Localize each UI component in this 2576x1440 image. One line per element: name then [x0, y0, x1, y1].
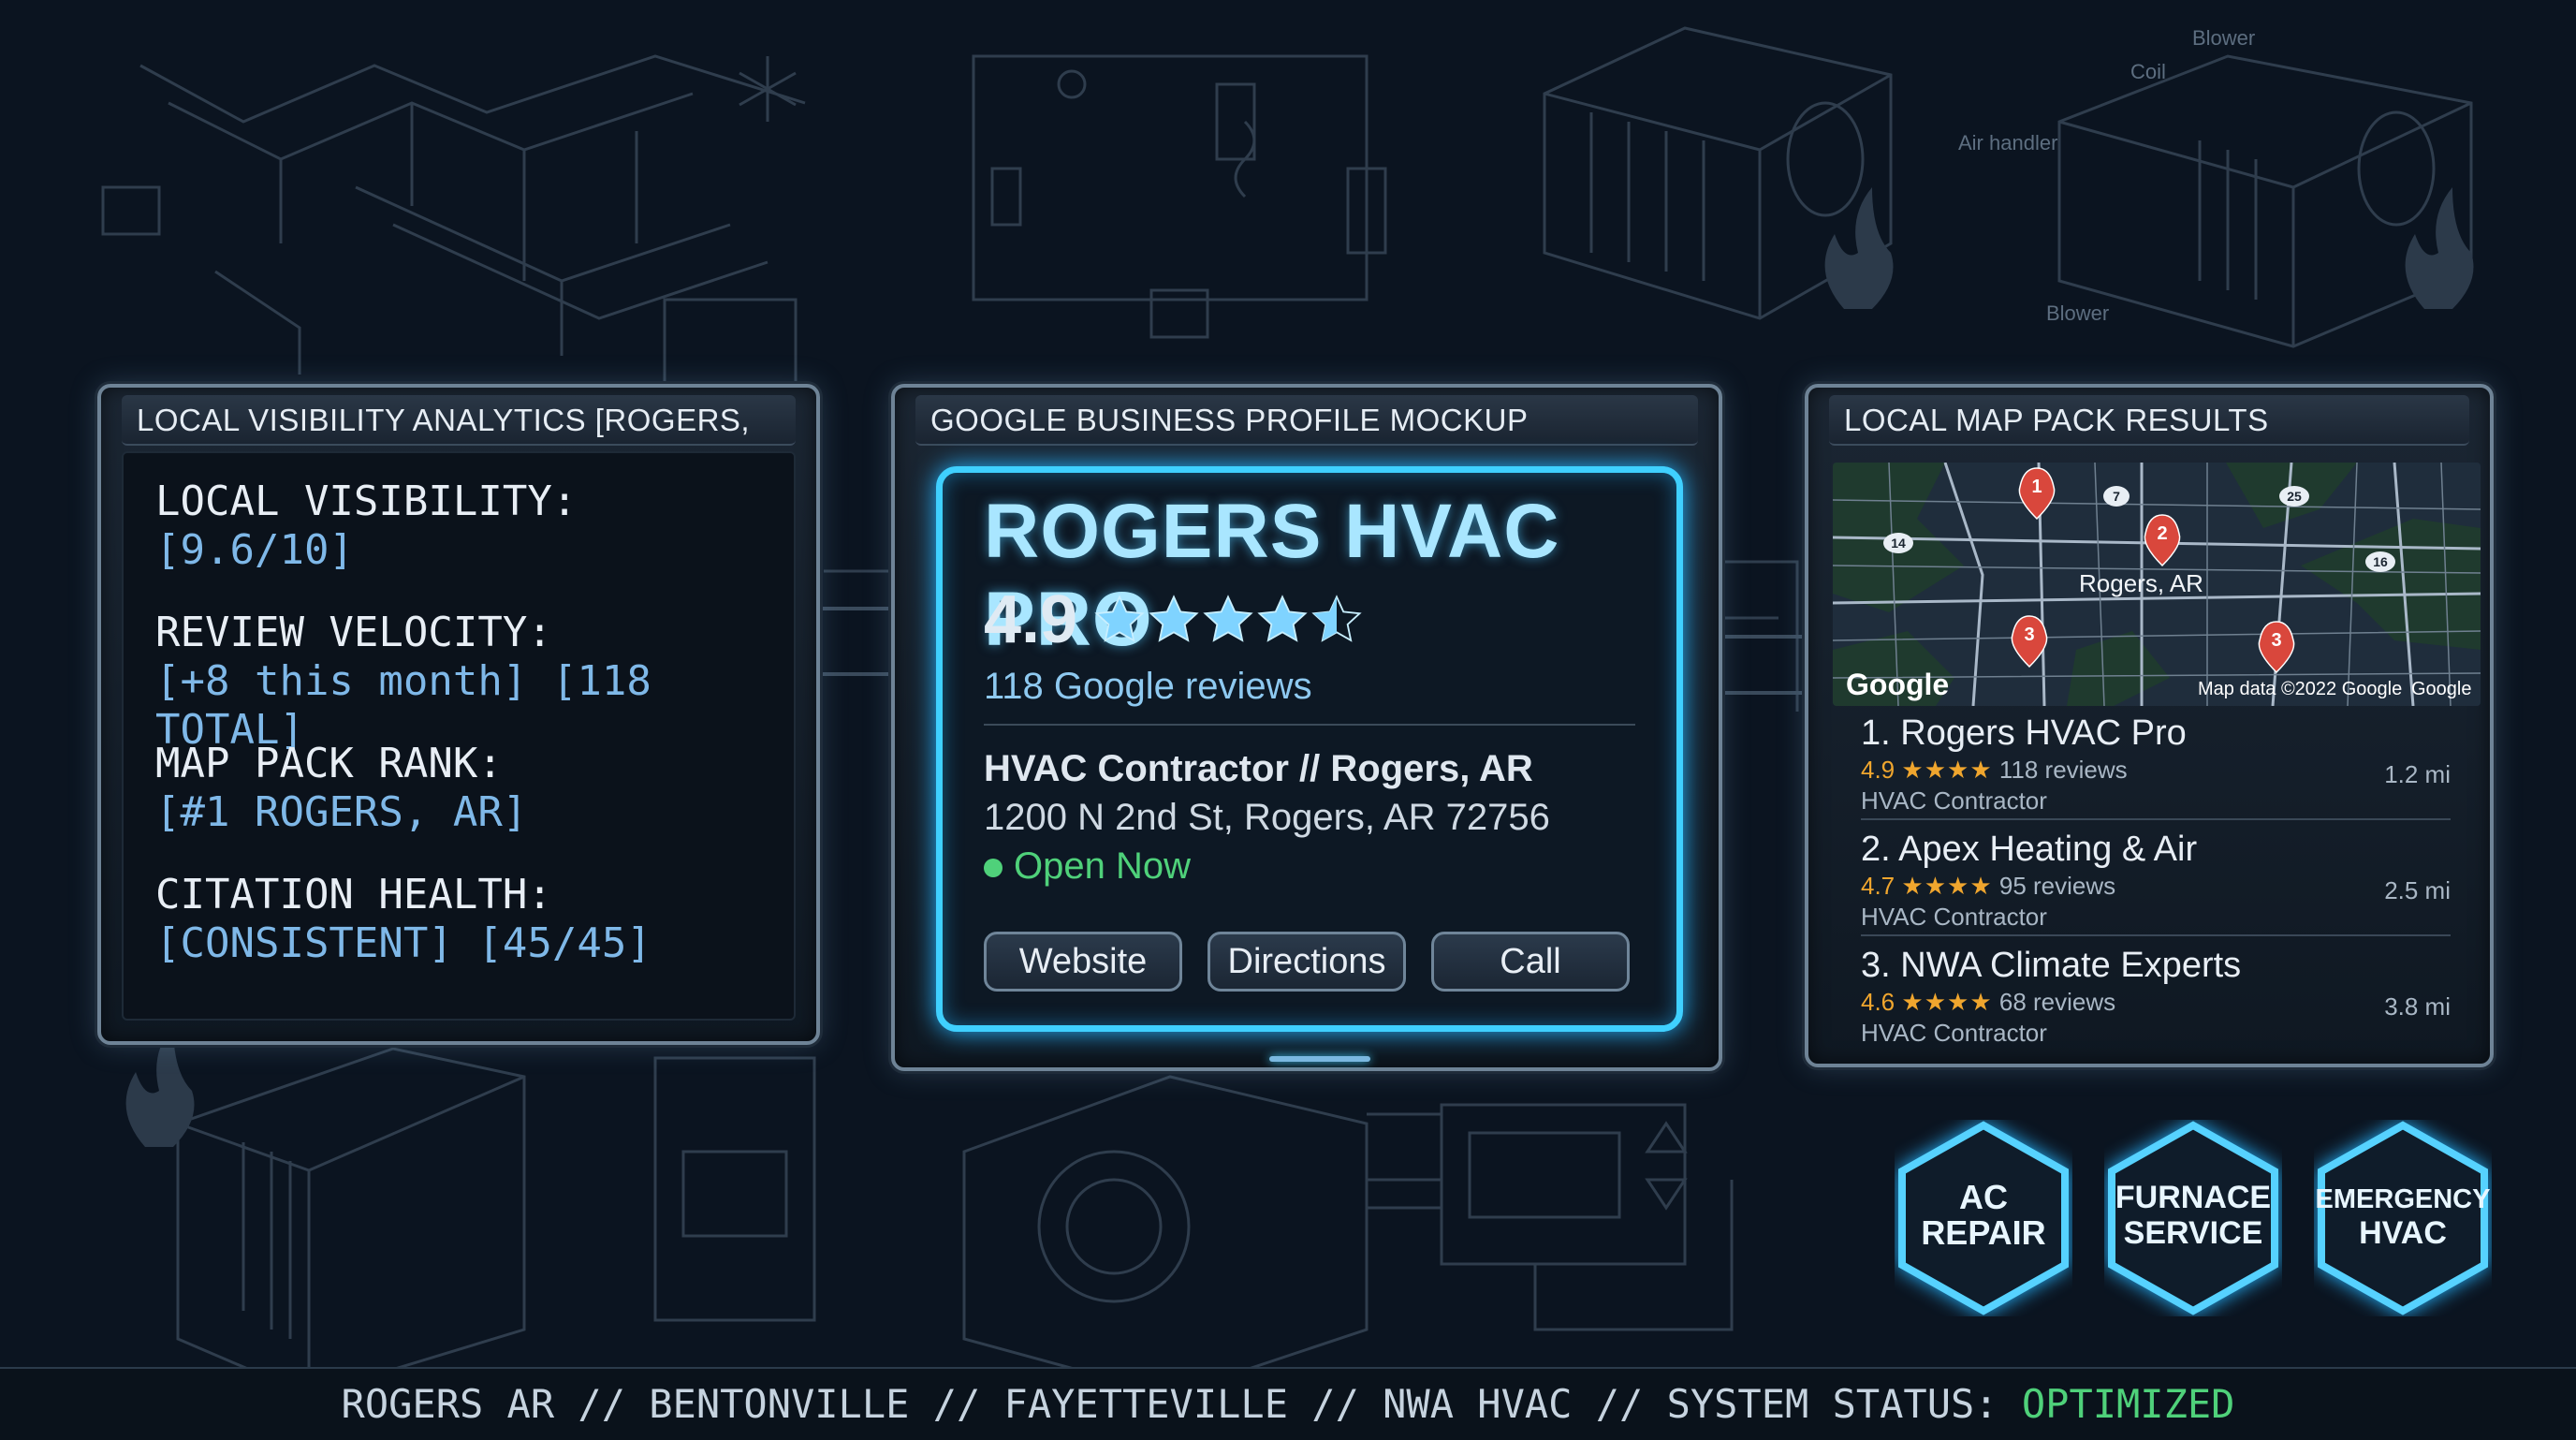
metric-local-visibility: LOCAL VISIBILITY: [9.6/10] [155, 478, 577, 575]
business-profile-card: ROGERS HVAC PRO 4.9 118 Google reviews H… [936, 466, 1683, 1032]
result-rating: 4.9 [1861, 756, 1895, 784]
bg-label-air-handler: Air handler [1958, 131, 2057, 154]
result-name: NWA Climate Experts [1900, 946, 2242, 985]
result-reviews: 118 reviews [1998, 756, 2128, 784]
result-stars-icon: ★★★★ [1901, 756, 1993, 784]
result-rating: 4.7 [1861, 872, 1895, 900]
hex-label-line2: SERVICE [2123, 1215, 2263, 1251]
hex-label-line2: HVAC [2359, 1215, 2447, 1251]
result-reviews: 68 reviews [1998, 988, 2116, 1016]
map-attribution-link[interactable]: Google [2411, 679, 2472, 699]
svg-text:1: 1 [2031, 477, 2042, 497]
google-logo: Google [1846, 668, 1949, 701]
route-shield: 7 [2113, 489, 2120, 504]
analytics-panel: LOCAL VISIBILITY ANALYTICS [ROGERS, AR] … [97, 384, 820, 1045]
result-name: Rogers HVAC Pro [1900, 713, 2187, 753]
metric-value: [CONSISTENT] [45/45] [155, 919, 651, 967]
map-result-1[interactable]: 1. Rogers HVAC Pro 4.9 ★★★★ 118 reviews … [1861, 713, 2451, 816]
rating-row: 4.9 [984, 581, 1365, 657]
map-result-3[interactable]: 3. NWA Climate Experts 4.6 ★★★★ 68 revie… [1861, 946, 2451, 1048]
map-graphic: 14 7 25 16 Rogers, AR 1 2 3 3 Google Map… [1833, 463, 2481, 706]
result-title: 3. NWA Climate Experts [1861, 946, 2451, 986]
result-category: HVAC Contractor [1861, 1019, 2047, 1047]
metric-citation-health: CITATION HEALTH: [CONSISTENT] [45/45] [155, 871, 651, 968]
result-rating-line: 4.6 ★★★★ 68 reviews [1861, 988, 2451, 1017]
metric-label: MAP PACK RANK: [155, 740, 503, 787]
map-attribution: Map data ©2022 Google [2198, 679, 2402, 699]
metric-label: CITATION HEALTH: [155, 871, 552, 918]
result-rating-line: 4.7 ★★★★ 95 reviews [1861, 872, 2451, 901]
metric-value: [9.6/10] [155, 526, 354, 574]
svg-text:3: 3 [2024, 624, 2034, 645]
metric-value: [#1 ROGERS, AR] [155, 788, 528, 836]
analytics-panel-header: LOCAL VISIBILITY ANALYTICS [ROGERS, AR] [122, 395, 796, 488]
result-divider [1861, 818, 2451, 820]
status-footer: ROGERS AR // BENTONVILLE // FAYETTEVILLE… [0, 1367, 2576, 1440]
system-status-value: OPTIMIZED [2021, 1381, 2235, 1427]
result-distance: 2.5 mi [2384, 876, 2451, 904]
gbp-panel-header: GOOGLE BUSINESS PROFILE MOCKUP [915, 395, 1698, 446]
star-rating [1094, 595, 1361, 642]
map-result-2[interactable]: 2. Apex Heating & Air 4.7 ★★★★ 95 review… [1861, 830, 2451, 932]
route-shield: 25 [2287, 489, 2302, 504]
result-rating-line: 4.9 ★★★★ 118 reviews [1861, 756, 2451, 785]
bg-label-blower: Blower [2192, 26, 2255, 50]
metric-review-velocity: REVIEW VELOCITY: [+8 this month] [118 TO… [155, 609, 816, 755]
rating-value: 4.9 [984, 582, 1078, 657]
map-pack-panel: LOCAL MAP PACK RESULTS 14 7 25 16 Rogers… [1805, 384, 2494, 1067]
metric-map-pack-rank: MAP PACK RANK: [#1 ROGERS, AR] [155, 740, 527, 837]
result-category: HVAC Contractor [1861, 786, 2047, 815]
hex-label-line1: AC [1959, 1178, 2008, 1216]
map-city-label: Rogers, AR [2079, 569, 2203, 597]
map-pack-panel-header: LOCAL MAP PACK RESULTS [1829, 395, 2469, 446]
result-rank: 3. [1861, 946, 1891, 985]
route-shield: 14 [1891, 536, 1906, 551]
result-rating: 4.6 [1861, 988, 1895, 1016]
star-icon [1149, 595, 1198, 642]
website-button[interactable]: Website [984, 932, 1182, 992]
result-category: HVAC Contractor [1861, 903, 2047, 931]
bg-label-blower-bottom: Blower [2046, 301, 2109, 325]
result-divider [1861, 934, 2451, 936]
route-shield: 16 [2373, 554, 2388, 569]
open-status: Open Now [984, 845, 1191, 888]
business-category: HVAC Contractor // Rogers, AR [984, 748, 1533, 789]
furnace-service-button[interactable]: FURNACE SERVICE [2104, 1120, 2282, 1316]
gbp-panel: GOOGLE BUSINESS PROFILE MOCKUP ROGERS HV… [891, 384, 1722, 1071]
emergency-hvac-button[interactable]: EMERGENCY HVAC [2314, 1120, 2492, 1316]
footer-locations: ROGERS AR // BENTONVILLE // FAYETTEVILLE… [341, 1381, 2022, 1427]
result-rank: 1. [1861, 713, 1891, 753]
ac-repair-button[interactable]: AC REPAIR [1895, 1120, 2072, 1316]
svg-text:2: 2 [2157, 523, 2167, 544]
bg-label-coil: Coil [2130, 60, 2166, 83]
result-reviews: 95 reviews [1998, 872, 2116, 900]
result-stars-icon: ★★★★ [1901, 872, 1993, 900]
map-view[interactable]: 14 7 25 16 Rogers, AR 1 2 3 3 Google Map… [1833, 463, 2481, 706]
result-distance: 1.2 mi [2384, 760, 2451, 788]
panel-indicator [1269, 1056, 1370, 1062]
svg-text:3: 3 [2271, 630, 2281, 651]
star-icon [1094, 595, 1144, 642]
call-button[interactable]: Call [1431, 932, 1630, 992]
review-count: 118 Google reviews [984, 666, 1312, 707]
star-icon [1203, 595, 1252, 642]
hex-label-line2: REPAIR [1921, 1213, 2046, 1252]
hex-label-line1: FURNACE [2115, 1180, 2272, 1215]
result-distance: 3.8 mi [2384, 992, 2451, 1021]
result-title: 2. Apex Heating & Air [1861, 830, 2451, 870]
metric-label: REVIEW VELOCITY: [155, 609, 552, 656]
directions-button[interactable]: Directions [1208, 932, 1406, 992]
result-rank: 2. [1861, 830, 1891, 869]
result-title: 1. Rogers HVAC Pro [1861, 713, 2451, 754]
result-stars-icon: ★★★★ [1901, 988, 1993, 1016]
hex-label-line1: EMERGENCY [2315, 1184, 2491, 1214]
result-name: Apex Heating & Air [1898, 830, 2198, 869]
status-dot-icon [984, 859, 1003, 878]
open-status-text: Open Now [1014, 845, 1191, 887]
business-address: 1200 N 2nd St, Rogers, AR 72756 [984, 797, 1550, 838]
metric-label: LOCAL VISIBILITY: [155, 478, 578, 525]
star-icon [1257, 595, 1307, 642]
divider [984, 724, 1635, 726]
